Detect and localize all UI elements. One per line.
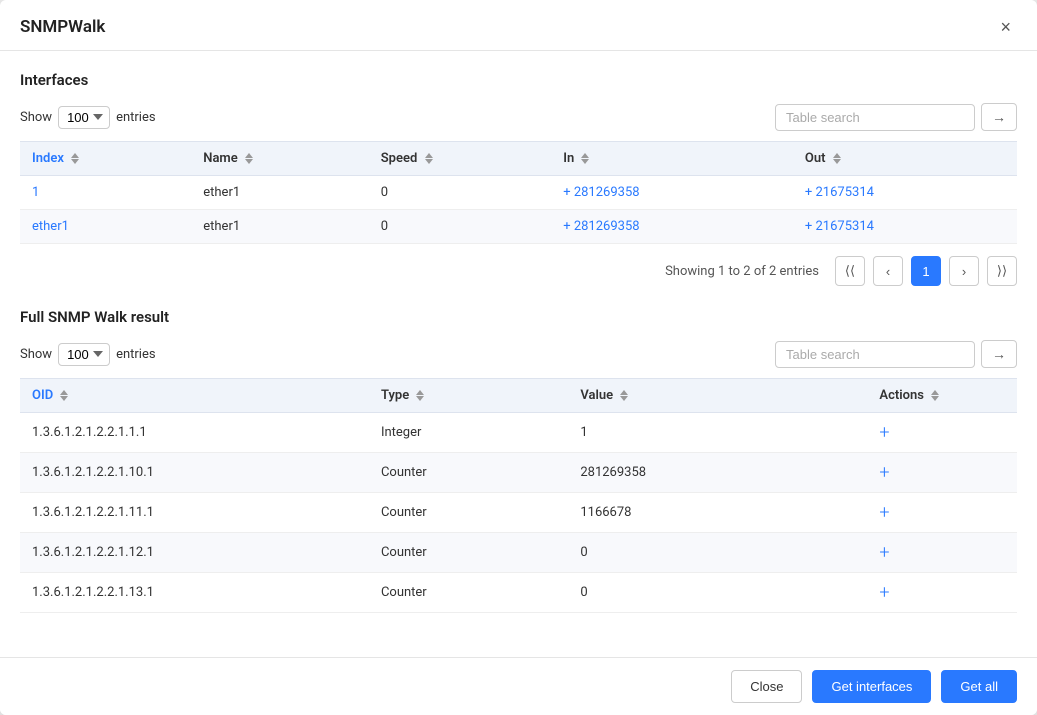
snmp-cell-actions: + (867, 453, 1017, 493)
dialog-close-button[interactable]: × (994, 16, 1017, 38)
interfaces-pagination-info: Showing 1 to 2 of 2 entries (665, 264, 819, 279)
snmp-table: OID Type Value Actions 1.3.6.1.2.1.2.2.1… (20, 378, 1017, 613)
interfaces-cell-out: + 21675314 (793, 176, 1017, 210)
snmp-title: Full SNMP Walk result (20, 308, 1017, 326)
interfaces-page-next[interactable]: › (949, 256, 979, 286)
snmp-cell-type: Counter (369, 573, 568, 613)
snmp-table-row: 1.3.6.1.2.1.2.2.1.11.1 Counter 1166678 + (20, 493, 1017, 533)
interfaces-cell-index: 1 (20, 176, 191, 210)
interfaces-section: Interfaces Show 100 25 50 entries → (20, 71, 1017, 298)
snmp-col-oid[interactable]: OID (20, 379, 369, 413)
entries-label-snmp: entries (116, 347, 156, 362)
interfaces-cell-speed: 0 (369, 210, 552, 244)
snmp-cell-type: Counter (369, 453, 568, 493)
dialog-title: SNMPWalk (20, 17, 105, 37)
interfaces-search-input[interactable] (775, 104, 975, 131)
interfaces-table-row: ether1 ether1 0 + 281269358 + 21675314 (20, 210, 1017, 244)
snmp-cell-oid: 1.3.6.1.2.1.2.2.1.11.1 (20, 493, 369, 533)
interfaces-cell-in: + 281269358 (551, 176, 793, 210)
snmp-cell-type: Counter (369, 493, 568, 533)
snmp-col-type[interactable]: Type (369, 379, 568, 413)
interfaces-search-button[interactable]: → (981, 103, 1017, 131)
interfaces-col-in[interactable]: In (551, 142, 793, 176)
snmp-cell-oid: 1.3.6.1.2.1.2.2.1.10.1 (20, 453, 369, 493)
snmp-action-plus[interactable]: + (879, 582, 889, 603)
snmp-cell-value: 0 (568, 573, 867, 613)
snmp-cell-value: 281269358 (568, 453, 867, 493)
get-interfaces-button[interactable]: Get interfaces (812, 670, 931, 703)
interfaces-cell-speed: 0 (369, 176, 552, 210)
interfaces-page-last[interactable]: ⟩⟩ (987, 256, 1017, 286)
show-entries-interfaces: Show 100 25 50 entries (20, 106, 156, 129)
snmp-action-plus[interactable]: + (879, 502, 889, 523)
interfaces-cell-name: ether1 (191, 210, 368, 244)
snmp-col-value[interactable]: Value (568, 379, 867, 413)
interfaces-table-controls: Show 100 25 50 entries → (20, 103, 1017, 131)
interfaces-search-area: → (775, 103, 1017, 131)
snmp-cell-value: 0 (568, 533, 867, 573)
interfaces-cell-name: ether1 (191, 176, 368, 210)
snmp-cell-actions: + (867, 573, 1017, 613)
snmp-search-button[interactable]: → (981, 340, 1017, 368)
snmp-cell-actions: + (867, 413, 1017, 453)
snmp-action-plus[interactable]: + (879, 462, 889, 483)
snmp-cell-oid: 1.3.6.1.2.1.2.2.1.13.1 (20, 573, 369, 613)
interfaces-page-1[interactable]: 1 (911, 256, 941, 286)
dialog-body: Interfaces Show 100 25 50 entries → (0, 51, 1037, 657)
interfaces-table-row: 1 ether1 0 + 281269358 + 21675314 (20, 176, 1017, 210)
snmp-table-row: 1.3.6.1.2.1.2.2.1.1.1 Integer 1 + (20, 413, 1017, 453)
interfaces-title: Interfaces (20, 71, 1017, 89)
snmpwalk-dialog: SNMPWalk × Interfaces Show 100 25 50 ent… (0, 0, 1037, 715)
snmp-col-actions[interactable]: Actions (867, 379, 1017, 413)
show-entries-snmp: Show 100 25 50 entries (20, 343, 156, 366)
snmp-cell-value: 1166678 (568, 493, 867, 533)
snmp-cell-actions: + (867, 533, 1017, 573)
interfaces-table: Index Name Speed In Out 1 ether1 0 + 281… (20, 141, 1017, 244)
snmp-action-plus[interactable]: + (879, 422, 889, 443)
snmp-section: Full SNMP Walk result Show 100 25 50 ent… (20, 308, 1017, 613)
snmp-cell-oid: 1.3.6.1.2.1.2.2.1.1.1 (20, 413, 369, 453)
snmp-cell-type: Integer (369, 413, 568, 453)
show-label-interfaces: Show (20, 110, 52, 125)
snmp-cell-actions: + (867, 493, 1017, 533)
snmp-table-row: 1.3.6.1.2.1.2.2.1.13.1 Counter 0 + (20, 573, 1017, 613)
close-button[interactable]: Close (731, 670, 802, 703)
dialog-footer: Close Get interfaces Get all (0, 657, 1037, 715)
snmp-table-row: 1.3.6.1.2.1.2.2.1.12.1 Counter 0 + (20, 533, 1017, 573)
snmp-search-area: → (775, 340, 1017, 368)
entries-label-interfaces: entries (116, 110, 156, 125)
interfaces-cell-out: + 21675314 (793, 210, 1017, 244)
entries-select-snmp[interactable]: 100 25 50 (58, 343, 110, 366)
snmp-table-row: 1.3.6.1.2.1.2.2.1.10.1 Counter 281269358… (20, 453, 1017, 493)
snmp-action-plus[interactable]: + (879, 542, 889, 563)
show-label-snmp: Show (20, 347, 52, 362)
snmp-search-input[interactable] (775, 341, 975, 368)
snmp-cell-type: Counter (369, 533, 568, 573)
entries-select-interfaces[interactable]: 100 25 50 (58, 106, 110, 129)
interfaces-cell-in: + 281269358 (551, 210, 793, 244)
interfaces-col-name[interactable]: Name (191, 142, 368, 176)
snmp-table-controls: Show 100 25 50 entries → (20, 340, 1017, 368)
interfaces-pagination: Showing 1 to 2 of 2 entries ⟨⟨ ‹ 1 › ⟩⟩ (20, 244, 1017, 298)
interfaces-col-out[interactable]: Out (793, 142, 1017, 176)
get-all-button[interactable]: Get all (941, 670, 1017, 703)
interfaces-col-index[interactable]: Index (20, 142, 191, 176)
interfaces-col-speed[interactable]: Speed (369, 142, 552, 176)
interfaces-page-first[interactable]: ⟨⟨ (835, 256, 865, 286)
interfaces-cell-index: ether1 (20, 210, 191, 244)
interfaces-page-prev[interactable]: ‹ (873, 256, 903, 286)
snmp-cell-value: 1 (568, 413, 867, 453)
dialog-header: SNMPWalk × (0, 0, 1037, 51)
snmp-cell-oid: 1.3.6.1.2.1.2.2.1.12.1 (20, 533, 369, 573)
